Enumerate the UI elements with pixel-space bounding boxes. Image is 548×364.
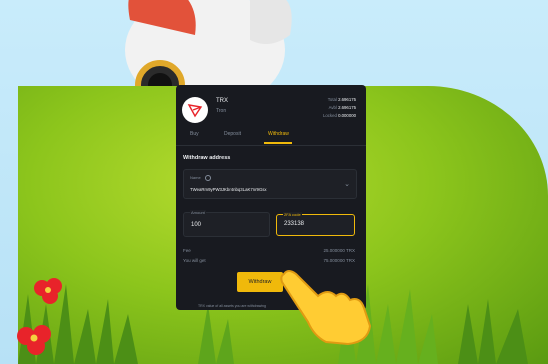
amount-field[interactable]: Amount 100 bbox=[183, 210, 270, 237]
fee-value: 25.000000 TRX bbox=[323, 248, 355, 253]
chevron-down-icon[interactable]: ⌄ bbox=[344, 180, 350, 188]
fee-label: Fee bbox=[183, 248, 191, 253]
twofa-value: 233138 bbox=[284, 221, 305, 227]
pointing-hand-icon bbox=[280, 270, 372, 346]
tab-withdraw[interactable]: Withdraw bbox=[268, 131, 289, 137]
fee-row: Fee 25.000000 TRX bbox=[183, 248, 355, 253]
scene: TRX Tron Total 2.696175 Avbl 2.696175 Lo… bbox=[0, 0, 548, 364]
active-tab-indicator bbox=[264, 142, 292, 144]
flower-icon bbox=[34, 278, 62, 304]
twofa-label: 2FA code bbox=[283, 212, 302, 217]
address-label: Name bbox=[190, 175, 211, 181]
address-value: TWeaRm9yPW3JKbr4nbq3LaK7nr9Gsx bbox=[190, 187, 267, 192]
receive-value: 75.000000 TRX bbox=[323, 258, 355, 263]
coin-header: TRX Tron Total 2.696175 Avbl 2.696175 Lo… bbox=[182, 93, 360, 129]
info-icon bbox=[204, 175, 211, 181]
tab-buy[interactable]: Buy bbox=[190, 131, 199, 137]
receive-label: You will get bbox=[183, 258, 206, 263]
trx-logo-icon bbox=[182, 97, 208, 123]
balance-total: Total 2.696175 bbox=[327, 97, 356, 102]
flower-icon bbox=[17, 325, 51, 355]
receive-row: You will get 75.000000 TRX bbox=[183, 258, 355, 263]
tab-deposit[interactable]: Deposit bbox=[224, 131, 241, 137]
coin-name: Tron bbox=[216, 108, 227, 114]
balance-locked: Locked 0.000000 bbox=[323, 113, 356, 118]
amount-label: Amount bbox=[190, 210, 206, 215]
action-tabs: Buy Deposit Withdraw bbox=[176, 127, 366, 146]
address-field[interactable]: Name TWeaRm9yPW3JKbr4nbq3LaK7nr9Gsx ⌄ bbox=[183, 169, 357, 199]
coin-symbol: TRX bbox=[216, 98, 228, 104]
withdraw-button[interactable]: Withdraw bbox=[237, 272, 283, 292]
withdraw-footnote: TRX value of all assets you are withdraw… bbox=[198, 304, 266, 308]
amount-value: 100 bbox=[191, 222, 202, 228]
balance-available: Avbl 2.696175 bbox=[328, 105, 356, 110]
twofa-field[interactable]: 2FA code 233138 bbox=[276, 212, 355, 236]
withdraw-address-title: Withdraw address bbox=[183, 155, 231, 161]
